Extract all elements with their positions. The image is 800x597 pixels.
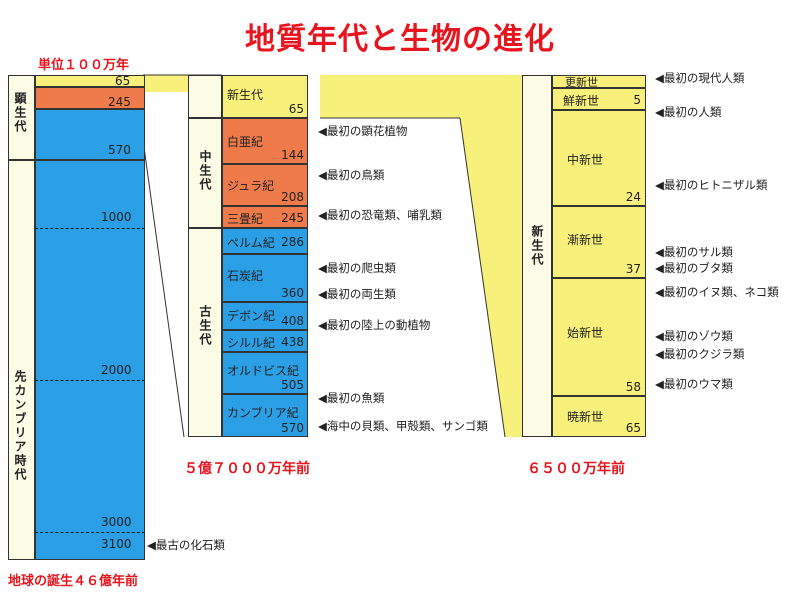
note-col2: ◀最初の鳥類 xyxy=(318,168,385,182)
period-name: デボン紀 xyxy=(227,309,276,323)
note-col3: ◀最初のクジラ類 xyxy=(655,347,745,361)
note-col3: ◀最初の現代人類 xyxy=(655,71,745,85)
period-devonian: デボン紀 408 xyxy=(222,302,308,330)
period-permian: ペルム紀 286 xyxy=(222,228,308,254)
epoch-miocene: 中新世 24 xyxy=(552,110,646,206)
tick-3100: 3100 xyxy=(101,537,132,551)
epoch-name: 暁新世 xyxy=(567,410,604,424)
period-cenozoic: 新生代 65 xyxy=(222,75,308,118)
note-col2: ◀最初の両生類 xyxy=(318,287,396,301)
tick-65: 65 xyxy=(115,74,131,88)
epoch-name: 始新世 xyxy=(567,326,604,340)
tick-1000: 1000 xyxy=(101,210,132,224)
page-title: 地質年代と生物の進化 xyxy=(245,22,555,57)
epoch-pleistocene: 更新世 xyxy=(552,75,646,89)
epoch-paleocene: 暁新世 65 xyxy=(552,396,646,437)
period-name: 三畳紀 xyxy=(227,212,264,226)
epoch-name: 漸新世 xyxy=(567,233,604,247)
period-cenozoic-name: 新生代 xyxy=(227,88,264,102)
eon-precambrian-cell xyxy=(8,160,35,560)
tick-245: 245 xyxy=(108,95,131,109)
col2-cenozoic-spacer xyxy=(188,75,222,118)
period-value: 360 xyxy=(281,286,304,300)
period-value: 245 xyxy=(281,211,304,225)
period-ordovician: オルドビス紀 505 xyxy=(222,352,308,394)
period-value: 505 xyxy=(281,378,304,392)
period-name: カンブリア紀 xyxy=(227,406,299,420)
era-mesozoic-label: 中生代 xyxy=(198,150,212,192)
period-name: シルル紀 xyxy=(227,336,276,350)
dash-2000 xyxy=(35,380,145,381)
period-cretaceous: 白亜紀 144 xyxy=(222,118,308,164)
period-value: 570 xyxy=(281,421,304,435)
note-col3: ◀最初のヒトニザル類 xyxy=(655,178,768,192)
period-cenozoic-value: 65 xyxy=(288,102,304,116)
note-col3: ◀最初のサル類 xyxy=(655,245,733,259)
epoch-eocene: 始新世 58 xyxy=(552,278,646,396)
period-triassic: 三畳紀 245 xyxy=(222,206,308,228)
period-name: ジュラ紀 xyxy=(227,179,275,193)
tick-570: 570 xyxy=(108,143,131,157)
note-col2: ◀最初の魚類 xyxy=(318,391,385,405)
period-name: 石炭紀 xyxy=(227,269,264,283)
note-col2: ◀最初の顕花植物 xyxy=(318,124,408,138)
note-col2: ◀最初の恐竜類、哺乳類 xyxy=(318,208,442,222)
note-col3: ◀最初の人類 xyxy=(655,105,722,119)
epoch-pliocene: 鮮新世 5 xyxy=(552,88,646,110)
dash-1000 xyxy=(35,228,145,229)
note-col2: ◀海中の貝類、甲殻類、サンゴ類 xyxy=(318,419,488,433)
eon-precambrian-label: 先カンブリア時代 xyxy=(13,370,27,482)
epoch-value: 5 xyxy=(633,93,641,107)
dash-3000 xyxy=(35,532,145,533)
epoch-value: 65 xyxy=(625,421,641,435)
eon-phanerozoic-label: 顕生代 xyxy=(13,92,27,134)
note-col3: ◀最初のウマ類 xyxy=(655,377,733,391)
epoch-value: 24 xyxy=(625,190,641,204)
caption-65ma: ６５００万年前 xyxy=(527,461,625,477)
note-oldest-fossils: ◀最古の化石類 xyxy=(147,538,225,552)
period-jurassic: ジュラ紀 208 xyxy=(222,164,308,206)
note-col2: ◀最初の陸上の動植物 xyxy=(318,318,431,332)
era-cenozoic-label: 新生代 xyxy=(530,225,544,267)
epoch-oligocene: 漸新世 37 xyxy=(552,206,646,278)
period-value: 286 xyxy=(281,235,304,249)
epoch-name: 中新世 xyxy=(567,153,604,167)
period-value: 144 xyxy=(281,148,304,162)
period-carboniferous: 石炭紀 360 xyxy=(222,254,308,302)
era-paleozoic-label: 古生代 xyxy=(198,305,212,347)
note-col3: ◀最初のイヌ類、ネコ類 xyxy=(655,285,779,299)
period-cambrian: カンブリア紀 570 xyxy=(222,394,308,437)
period-silurian: シルル紀 438 xyxy=(222,330,308,352)
note-col3: ◀最初のブタ類 xyxy=(655,261,733,275)
caption-570ma: ５億７０００万年前 xyxy=(184,461,310,477)
epoch-value: 58 xyxy=(625,380,641,394)
tick-3000: 3000 xyxy=(101,515,132,529)
tick-2000: 2000 xyxy=(101,363,132,377)
period-name: ペルム紀 xyxy=(227,236,275,250)
note-col2: ◀最初の爬虫類 xyxy=(318,261,396,275)
period-value: 438 xyxy=(281,335,304,349)
period-value: 408 xyxy=(281,314,304,328)
origin-label: 地球の誕生４６億年前 xyxy=(8,574,139,589)
unit-label: 単位１００万年 xyxy=(38,58,130,73)
period-value: 208 xyxy=(281,190,304,204)
epoch-name: 鮮新世 xyxy=(563,94,600,108)
note-col3: ◀最初のゾウ類 xyxy=(655,329,733,343)
period-name: オルドビス紀 xyxy=(227,364,300,378)
epoch-value: 37 xyxy=(625,262,641,276)
period-name: 白亜紀 xyxy=(227,135,264,149)
